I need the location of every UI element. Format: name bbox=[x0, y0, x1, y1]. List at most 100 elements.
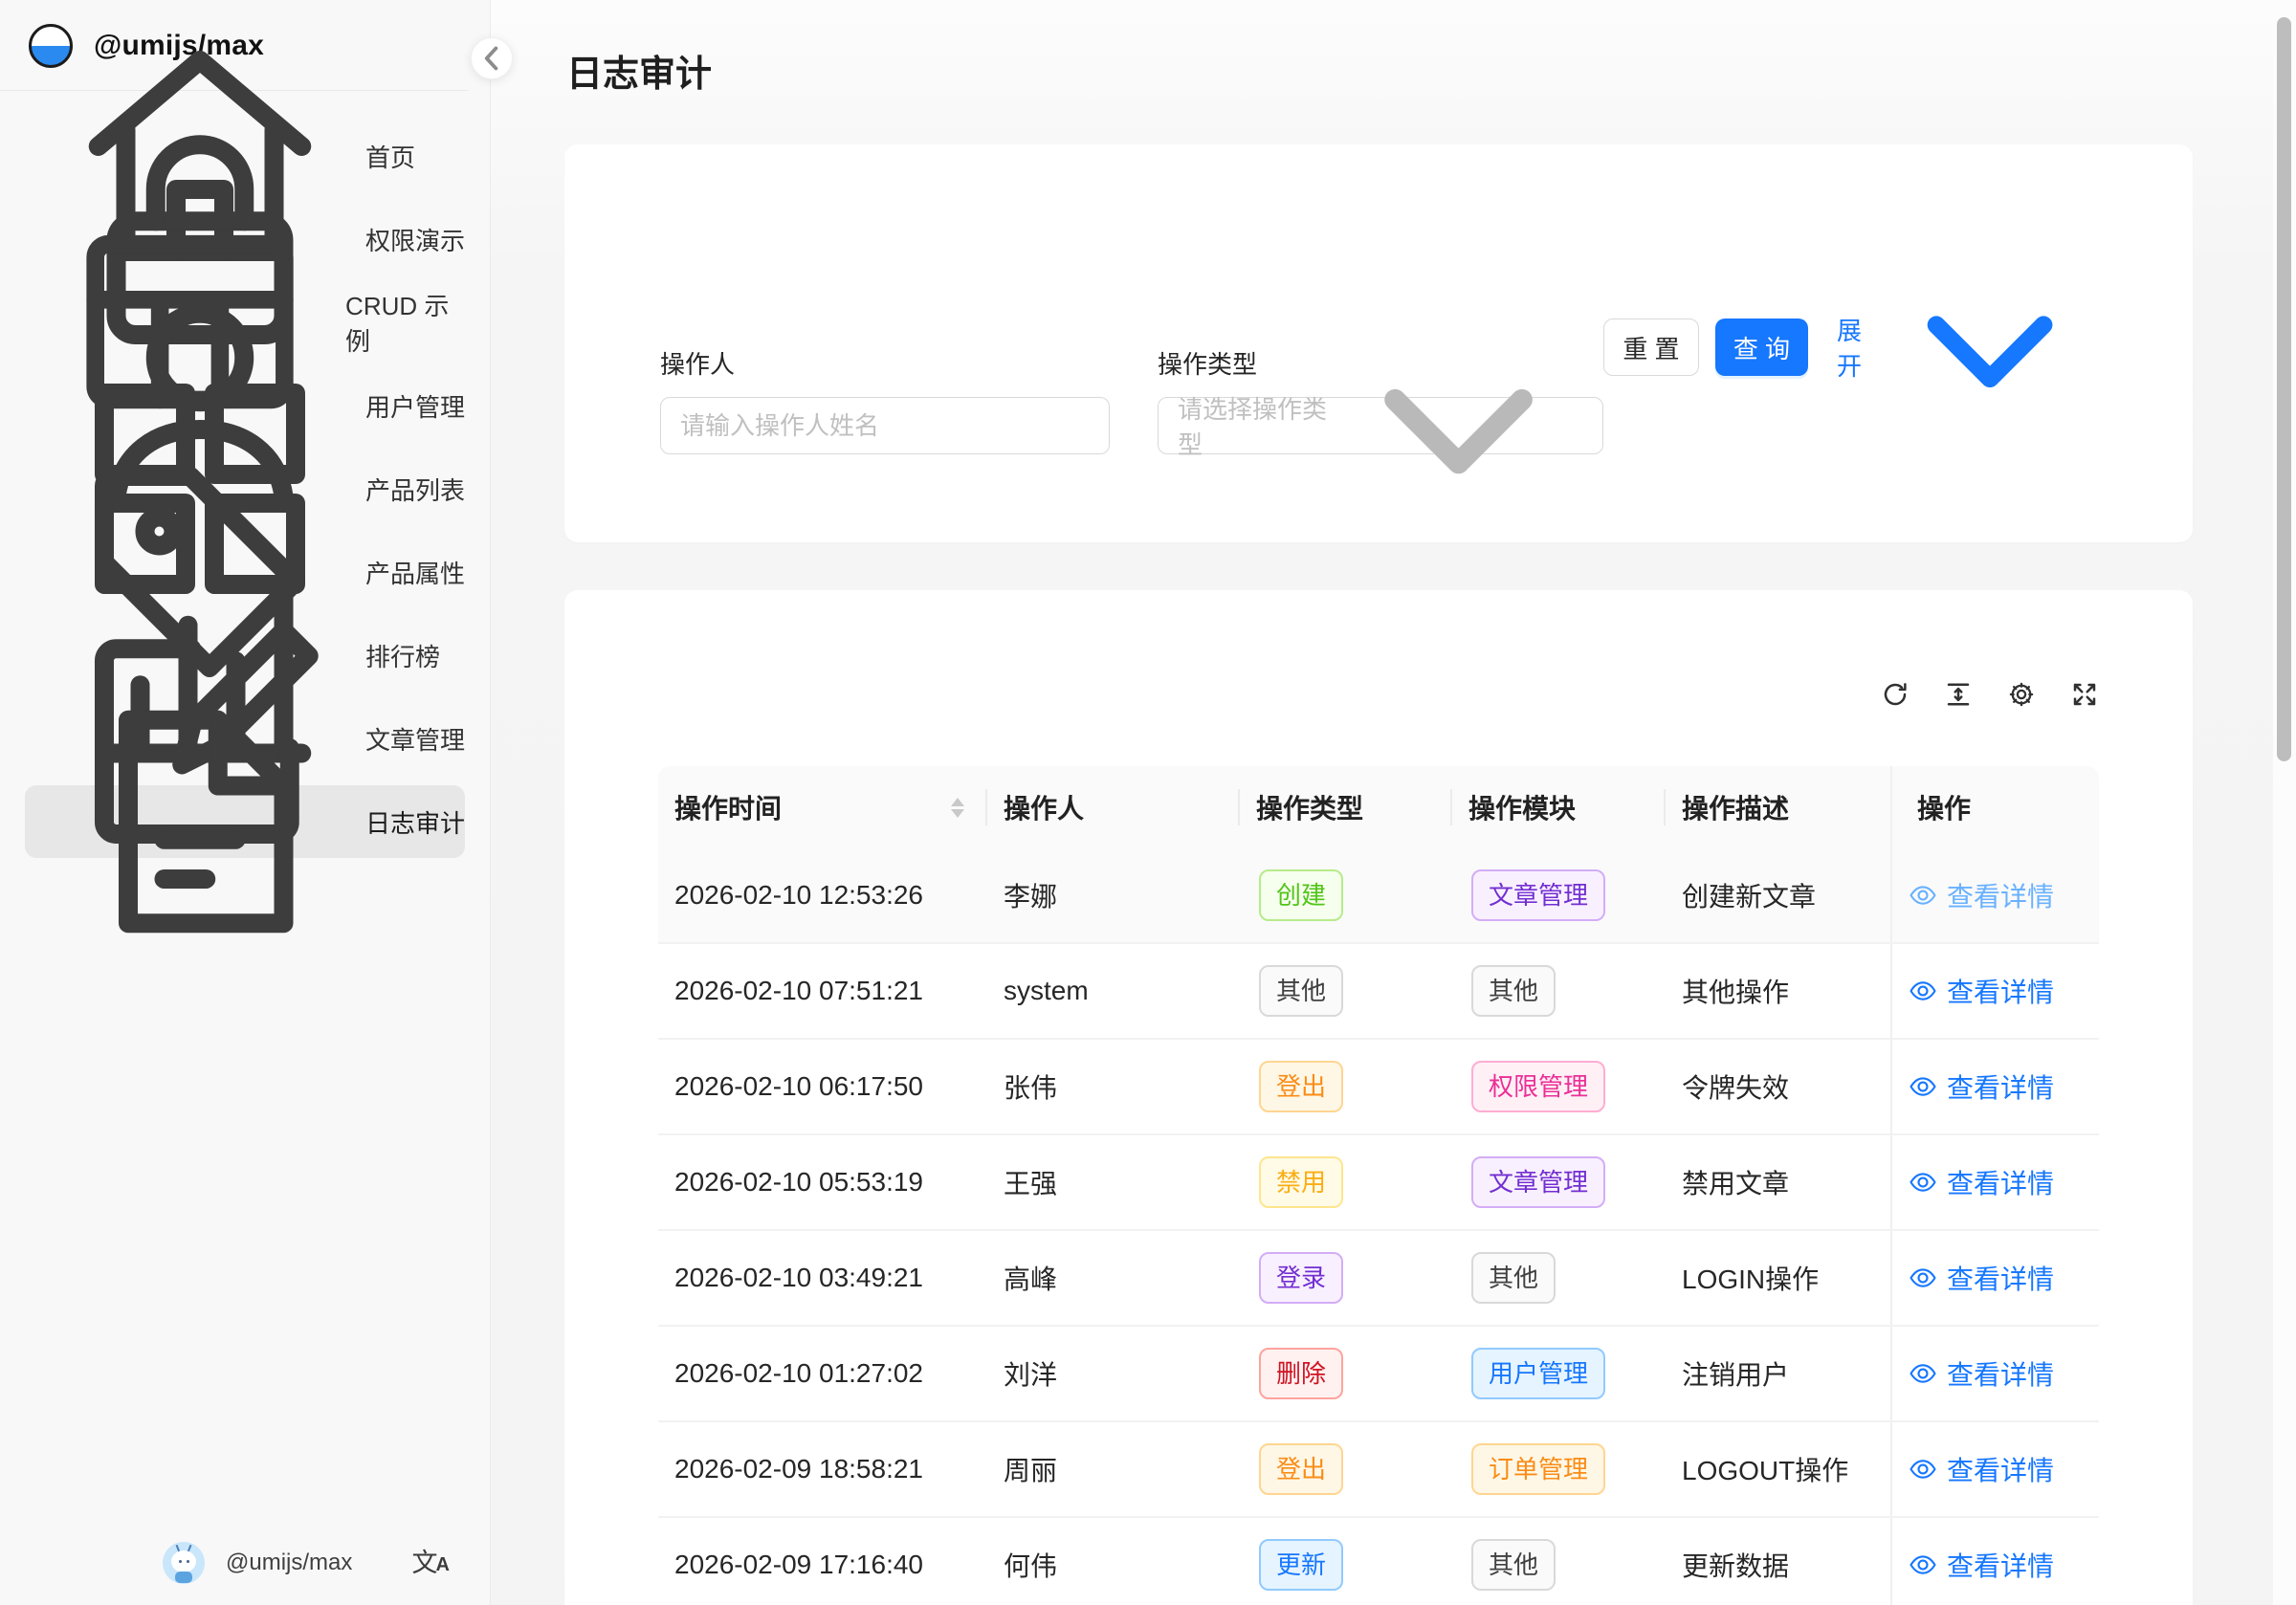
table-row-5: 2026-02-10 01:27:02刘洋删除用户管理注销用户查看详情 bbox=[658, 1327, 2099, 1422]
cell-operator: 高峰 bbox=[987, 1231, 1240, 1325]
cell-module: 文章管理 bbox=[1452, 1135, 1666, 1229]
cell-module: 其他 bbox=[1452, 1231, 1666, 1325]
table-row-0: 2026-02-10 12:53:26李娜创建文章管理创建新文章查看详情 bbox=[658, 848, 2099, 944]
footer-username: @umijs/max bbox=[226, 1550, 352, 1576]
fullscreen-button[interactable] bbox=[2070, 680, 2099, 709]
view-detail-link[interactable]: 查看详情 bbox=[1909, 1259, 2054, 1297]
cell-action: 查看详情 bbox=[1890, 944, 2099, 1038]
cell-desc: 禁用文章 bbox=[1666, 1135, 1890, 1229]
reset-button[interactable]: 重 置 bbox=[1603, 319, 1699, 376]
eye-icon bbox=[1909, 1359, 1937, 1388]
table-row-6: 2026-02-09 18:58:21周丽登出订单管理LOGOUT操作查看详情 bbox=[658, 1422, 2099, 1518]
sidebar-item-label: 文章管理 bbox=[365, 721, 465, 757]
scrollbar-thumb[interactable] bbox=[2277, 17, 2291, 761]
chevron-left-icon bbox=[472, 38, 512, 78]
sidebar-collapse-button[interactable] bbox=[471, 37, 513, 79]
view-detail-label: 查看详情 bbox=[1947, 1259, 2054, 1297]
cell-action: 查看详情 bbox=[1890, 848, 2099, 942]
cell-action: 查看详情 bbox=[1890, 1231, 2099, 1325]
column-header-0[interactable]: 操作时间 bbox=[658, 766, 987, 848]
cell-desc: LOGOUT操作 bbox=[1666, 1422, 1890, 1516]
cell-module: 其他 bbox=[1452, 1518, 1666, 1605]
table-row-3: 2026-02-10 05:53:19王强禁用文章管理禁用文章查看详情 bbox=[658, 1135, 2099, 1231]
cell-action: 查看详情 bbox=[1890, 1327, 2099, 1420]
cell-time: 2026-02-09 17:16:40 bbox=[658, 1518, 987, 1605]
view-detail-link[interactable]: 查看详情 bbox=[1909, 972, 2054, 1010]
view-detail-link[interactable]: 查看详情 bbox=[1909, 1067, 2054, 1106]
expand-toggle[interactable]: 展开 bbox=[1837, 240, 2097, 454]
cell-action: 查看详情 bbox=[1890, 1040, 2099, 1133]
ant-mascot-avatar[interactable] bbox=[163, 1542, 205, 1584]
column-header-4: 操作描述 bbox=[1666, 766, 1890, 848]
view-detail-link[interactable]: 查看详情 bbox=[1909, 876, 2054, 914]
operator-label: 操作人 bbox=[660, 347, 1110, 382]
module-tag: 文章管理 bbox=[1471, 869, 1605, 921]
sidebar-item-label: 日志审计 bbox=[365, 804, 465, 840]
cell-module: 文章管理 bbox=[1452, 848, 1666, 942]
sidebar-item-label: CRUD 示例 bbox=[345, 287, 465, 358]
eye-icon bbox=[1909, 1550, 1937, 1579]
view-detail-link[interactable]: 查看详情 bbox=[1909, 1450, 2054, 1488]
module-tag: 用户管理 bbox=[1471, 1348, 1605, 1399]
table-header: 操作时间操作人操作类型操作模块操作描述操作 bbox=[658, 766, 2099, 848]
sidebar-item-label: 用户管理 bbox=[365, 388, 465, 424]
cell-operator: 刘洋 bbox=[987, 1327, 1240, 1420]
module-tag: 文章管理 bbox=[1471, 1156, 1605, 1208]
setting-button[interactable] bbox=[2007, 680, 2036, 709]
reload-button[interactable] bbox=[1881, 680, 1910, 709]
sorter-icon[interactable] bbox=[951, 798, 964, 818]
app-root: @umijs/max 首页权限演示CRUD 示例用户管理产品列表产品属性排行榜文… bbox=[0, 0, 2296, 1605]
view-detail-label: 查看详情 bbox=[1947, 1163, 2054, 1201]
cell-type: 登出 bbox=[1240, 1040, 1452, 1133]
operator-input[interactable] bbox=[660, 397, 1110, 454]
page-scrollbar[interactable] bbox=[2273, 0, 2296, 1605]
cell-type: 删除 bbox=[1240, 1327, 1452, 1420]
eye-icon bbox=[1909, 977, 1937, 1005]
cell-type: 更新 bbox=[1240, 1518, 1452, 1605]
cell-action: 查看详情 bbox=[1890, 1518, 2099, 1605]
cell-desc: 令牌失效 bbox=[1666, 1040, 1890, 1133]
cell-desc: 注销用户 bbox=[1666, 1327, 1890, 1420]
cell-time: 2026-02-10 12:53:26 bbox=[658, 848, 987, 942]
sidebar-menu: 首页权限演示CRUD 示例用户管理产品列表产品属性排行榜文章管理日志审计 bbox=[0, 91, 490, 858]
view-detail-label: 查看详情 bbox=[1947, 1354, 2054, 1393]
type-tag: 登出 bbox=[1259, 1443, 1343, 1495]
sidebar-item-8[interactable]: 日志审计 bbox=[25, 785, 465, 858]
query-button[interactable]: 查 询 bbox=[1715, 319, 1808, 376]
view-detail-link[interactable]: 查看详情 bbox=[1909, 1354, 2054, 1393]
module-tag: 订单管理 bbox=[1471, 1443, 1605, 1495]
view-detail-label: 查看详情 bbox=[1947, 1546, 2054, 1584]
view-detail-link[interactable]: 查看详情 bbox=[1909, 1163, 2054, 1201]
view-detail-label: 查看详情 bbox=[1947, 1450, 2054, 1488]
cell-action: 查看详情 bbox=[1890, 1135, 2099, 1229]
cell-type: 禁用 bbox=[1240, 1135, 1452, 1229]
filter-actions: 重 置 查 询 展开 bbox=[1603, 240, 2097, 454]
translate-icon[interactable]: 文A bbox=[412, 1550, 450, 1576]
view-detail-link[interactable]: 查看详情 bbox=[1909, 1546, 2054, 1584]
column-title: 操作时间 bbox=[674, 788, 782, 826]
cell-module: 用户管理 bbox=[1452, 1327, 1666, 1420]
table-body: 2026-02-10 12:53:26李娜创建文章管理创建新文章查看详情2026… bbox=[658, 848, 2099, 1605]
cell-action: 查看详情 bbox=[1890, 1422, 2099, 1516]
type-select-placeholder: 请选择操作类型 bbox=[1178, 390, 1332, 461]
eye-icon bbox=[1909, 881, 1937, 910]
cell-operator: 李娜 bbox=[987, 848, 1240, 942]
type-field: 操作类型 请选择操作类型 bbox=[1158, 347, 1603, 454]
column-header-3: 操作模块 bbox=[1452, 766, 1666, 848]
cell-module: 权限管理 bbox=[1452, 1040, 1666, 1133]
sidebar: @umijs/max 首页权限演示CRUD 示例用户管理产品列表产品属性排行榜文… bbox=[0, 0, 491, 1605]
type-tag: 登录 bbox=[1259, 1252, 1343, 1304]
type-tag: 禁用 bbox=[1259, 1156, 1343, 1208]
type-tag: 其他 bbox=[1259, 965, 1343, 1017]
column-height-button[interactable] bbox=[1944, 680, 1973, 709]
column-header-1: 操作人 bbox=[987, 766, 1240, 848]
cell-time: 2026-02-10 07:51:21 bbox=[658, 944, 987, 1038]
view-detail-label: 查看详情 bbox=[1947, 972, 2054, 1010]
column-header-5: 操作 bbox=[1890, 766, 2099, 848]
column-title: 操作 bbox=[1917, 788, 1971, 826]
type-tag: 删除 bbox=[1259, 1348, 1343, 1399]
reload-icon bbox=[1881, 680, 1910, 709]
type-select[interactable]: 请选择操作类型 bbox=[1158, 397, 1603, 454]
eye-icon bbox=[1909, 1455, 1937, 1484]
cell-module: 订单管理 bbox=[1452, 1422, 1666, 1516]
